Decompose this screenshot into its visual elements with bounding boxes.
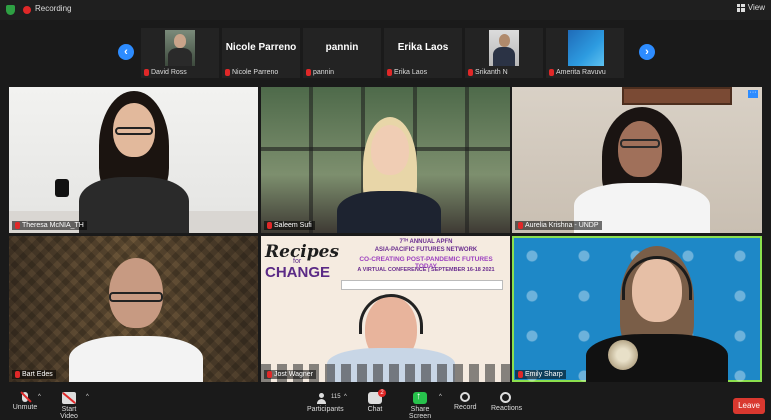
video-tile[interactable]: Recipes for CHANGE 7ᵀᴴ ANNUAL APFN ASIA-… (261, 236, 510, 382)
lamp-shape (55, 179, 69, 197)
participant-thumbnail (165, 30, 195, 66)
strip-tile-name: pannin (325, 42, 359, 53)
video-tile-active-speaker[interactable]: Emily Sharp (512, 236, 762, 382)
sponsor-logo-bar (341, 280, 503, 290)
muted-mic-icon (306, 69, 311, 76)
recording-label: Recording (35, 4, 72, 13)
muted-mic-icon (267, 222, 272, 229)
participants-icon (317, 392, 331, 404)
muted-mic-icon (549, 69, 554, 76)
recording-icon (23, 6, 31, 14)
participants-caret-icon[interactable]: ^ (344, 394, 347, 400)
muted-mic-icon (387, 69, 392, 76)
participants-count: 115 (331, 394, 341, 400)
reactions-button[interactable]: Reactions (491, 392, 523, 412)
record-icon (460, 392, 470, 402)
leave-button[interactable]: Leave (733, 398, 765, 414)
participant-thumbnail (489, 30, 519, 66)
share-options-caret-icon[interactable]: ^ (439, 394, 442, 400)
muted-mic-icon (15, 371, 20, 378)
poster-line: 7ᵀᴴ ANNUAL APFN (399, 239, 453, 245)
video-off-icon (62, 392, 76, 404)
reactions-label: Reactions (491, 405, 523, 412)
participants-label: Participants (307, 406, 344, 413)
record-label: Record (454, 404, 477, 411)
poster-line: ASIA-PACIFIC FUTURES NETWORK (374, 247, 478, 253)
strip-tile-name: Erika Laos (397, 42, 449, 53)
muted-mic-icon (468, 69, 473, 76)
strip-tile-label: Amerita Ravuvu (549, 69, 606, 76)
video-tile[interactable]: Saleem Sufi (261, 87, 510, 233)
participant-strip: ‹ David Ross Nicole Parreno Nicole Parre… (0, 28, 771, 80)
poster-recipes-text: Recipes (265, 242, 340, 262)
strip-tile-label: Srikanth N (468, 69, 508, 76)
poster-change-text: CHANGE (265, 264, 331, 281)
strip-next-button[interactable]: › (639, 44, 655, 60)
strip-tile[interactable]: pannin pannin (303, 28, 381, 78)
video-name-label: Aurelia Krishna - UNDP (515, 221, 602, 230)
share-screen-icon (413, 391, 427, 404)
video-name-label: Emily Sharp (515, 370, 566, 379)
start-video-button[interactable]: Start Video (52, 392, 86, 420)
video-tile[interactable]: Bart Edes (9, 236, 258, 382)
muted-mic-icon (144, 69, 149, 76)
participant-thumbnail (568, 30, 604, 66)
strip-tile-label: pannin (306, 69, 334, 76)
tile-more-button[interactable]: ··· (748, 89, 758, 98)
strip-tile[interactable]: Srikanth N (465, 28, 543, 78)
view-label: View (747, 3, 765, 12)
video-name-label: Jost Wagner (264, 370, 317, 379)
strip-tile-label: David Ross (144, 69, 187, 76)
strip-tile[interactable]: David Ross (141, 28, 219, 78)
unmute-button[interactable]: Unmute (10, 392, 40, 411)
muted-mic-icon (267, 371, 272, 378)
strip-tile-label: Nicole Parreno (225, 69, 278, 76)
record-button[interactable]: Record (454, 392, 477, 411)
strip-tile-label: Erika Laos (387, 69, 427, 76)
strip-tile[interactable]: Erika Laos Erika Laos (384, 28, 462, 78)
video-name-label: Saleem Sufi (264, 221, 315, 230)
chat-icon: 2 (368, 389, 386, 404)
smiley-icon (499, 392, 511, 403)
muted-mic-icon (22, 392, 28, 402)
strip-tile[interactable]: Amerita Ravuvu (546, 28, 624, 78)
view-button[interactable]: View (736, 3, 765, 12)
strip-tile-name: Nicole Parreno (225, 42, 297, 53)
top-bar: Recording View (0, 0, 771, 20)
audio-options-caret-icon[interactable]: ^ (38, 394, 41, 400)
chat-badge: 2 (378, 389, 386, 397)
share-screen-button[interactable]: Share Screen (401, 391, 439, 420)
video-name-label: Bart Edes (12, 370, 56, 379)
video-tile[interactable]: ··· Aurelia Krishna - UNDP (512, 87, 762, 233)
muted-mic-icon (518, 371, 523, 378)
share-screen-label: Share Screen (408, 406, 432, 420)
video-tile[interactable]: Theresa McNIA_TH (9, 87, 258, 233)
muted-mic-icon (225, 69, 230, 76)
necklace-shape (608, 340, 638, 370)
wall-frame (622, 87, 732, 105)
security-shield-icon[interactable] (6, 5, 15, 15)
muted-mic-icon (518, 222, 523, 229)
chat-button[interactable]: 2 Chat (365, 389, 386, 413)
start-video-label: Start Video (60, 406, 78, 420)
video-name-label: Theresa McNIA_TH (12, 221, 87, 230)
headset-shape (359, 294, 423, 334)
chat-label: Chat (367, 406, 383, 413)
poster-line: A VIRTUAL CONFERENCE | SEPTEMBER 16-18 2… (357, 267, 495, 273)
muted-mic-icon (15, 222, 20, 229)
grid-icon (736, 3, 745, 12)
strip-tile[interactable]: Nicole Parreno Nicole Parreno (222, 28, 300, 78)
video-options-caret-icon[interactable]: ^ (86, 394, 89, 400)
strip-prev-button[interactable]: ‹ (118, 44, 134, 60)
meeting-toolbar: Unmute ^ Start Video ^ Participants 115 … (0, 389, 771, 420)
unmute-label: Unmute (12, 404, 38, 411)
